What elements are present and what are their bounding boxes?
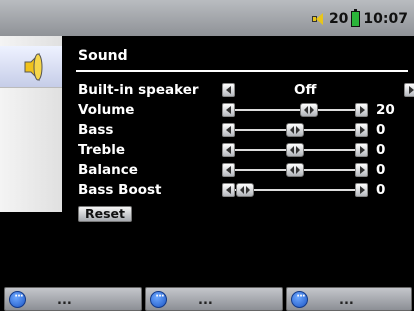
function-button-3[interactable]: ... — [286, 287, 412, 311]
balance-decrease-button[interactable] — [222, 163, 235, 177]
volume-label: Volume — [78, 102, 135, 118]
volume-slider-track[interactable] — [235, 109, 355, 111]
volume-increase-button[interactable] — [355, 103, 368, 117]
builtin-speaker-row: Built-in speaker Off — [70, 80, 414, 100]
volume-slider-knob[interactable] — [300, 103, 318, 117]
function-button-2[interactable]: ... — [145, 287, 283, 311]
battery-icon — [351, 9, 361, 27]
speaker-icon — [311, 12, 326, 26]
builtin-speaker-prev-button[interactable] — [222, 83, 235, 97]
balance-label: Balance — [78, 162, 138, 178]
function-button-1[interactable]: ... — [4, 287, 142, 311]
status-indicators: 20 10:07 — [311, 9, 408, 28]
bass-label: Bass — [78, 122, 114, 138]
function-button-3-label: ... — [339, 293, 354, 308]
status-bar: 20 10:07 — [0, 0, 414, 36]
more-circle-icon — [291, 291, 308, 308]
function-button-2-label: ... — [198, 293, 213, 308]
bass-boost-slider-knob[interactable] — [236, 183, 254, 197]
balance-increase-button[interactable] — [355, 163, 368, 177]
speaker-cone-icon — [24, 52, 43, 82]
function-bar: ... ... ... — [0, 287, 414, 311]
treble-slider-knob[interactable] — [286, 143, 304, 157]
bass-boost-decrease-button[interactable] — [222, 183, 235, 197]
builtin-speaker-value: Off — [294, 82, 317, 98]
function-button-1-label: ... — [57, 293, 72, 308]
title-divider — [76, 70, 408, 72]
status-time: 10:07 — [363, 11, 408, 27]
section-icon-tile — [0, 46, 62, 88]
treble-decrease-button[interactable] — [222, 143, 235, 157]
more-circle-icon — [150, 291, 167, 308]
volume-decrease-button[interactable] — [222, 103, 235, 117]
balance-value: 0 — [376, 162, 386, 178]
bass-boost-row: Bass Boost 0 — [70, 180, 414, 200]
balance-row: Balance 0 — [70, 160, 414, 180]
treble-increase-button[interactable] — [355, 143, 368, 157]
builtin-speaker-label: Built-in speaker — [78, 82, 199, 98]
bass-row: Bass 0 — [70, 120, 414, 140]
bass-boost-increase-button[interactable] — [355, 183, 368, 197]
bass-decrease-button[interactable] — [222, 123, 235, 137]
bass-boost-value: 0 — [376, 182, 386, 198]
bass-boost-label: Bass Boost — [78, 182, 162, 198]
bass-value: 0 — [376, 122, 386, 138]
reset-button[interactable]: Reset — [78, 206, 132, 222]
side-panel — [0, 36, 62, 212]
treble-label: Treble — [78, 142, 125, 158]
balance-slider-knob[interactable] — [286, 163, 304, 177]
volume-row: Volume 20 — [70, 100, 414, 120]
bass-increase-button[interactable] — [355, 123, 368, 137]
treble-row: Treble 0 — [70, 140, 414, 160]
sound-settings-panel: Sound Built-in speaker Off Volume 20 Bas… — [70, 36, 414, 276]
builtin-speaker-next-button[interactable] — [404, 83, 414, 97]
volume-value: 20 — [376, 102, 395, 118]
treble-value: 0 — [376, 142, 386, 158]
bass-slider-knob[interactable] — [286, 123, 304, 137]
status-volume: 20 — [328, 11, 349, 27]
page-title: Sound — [78, 48, 128, 64]
more-circle-icon — [9, 291, 26, 308]
